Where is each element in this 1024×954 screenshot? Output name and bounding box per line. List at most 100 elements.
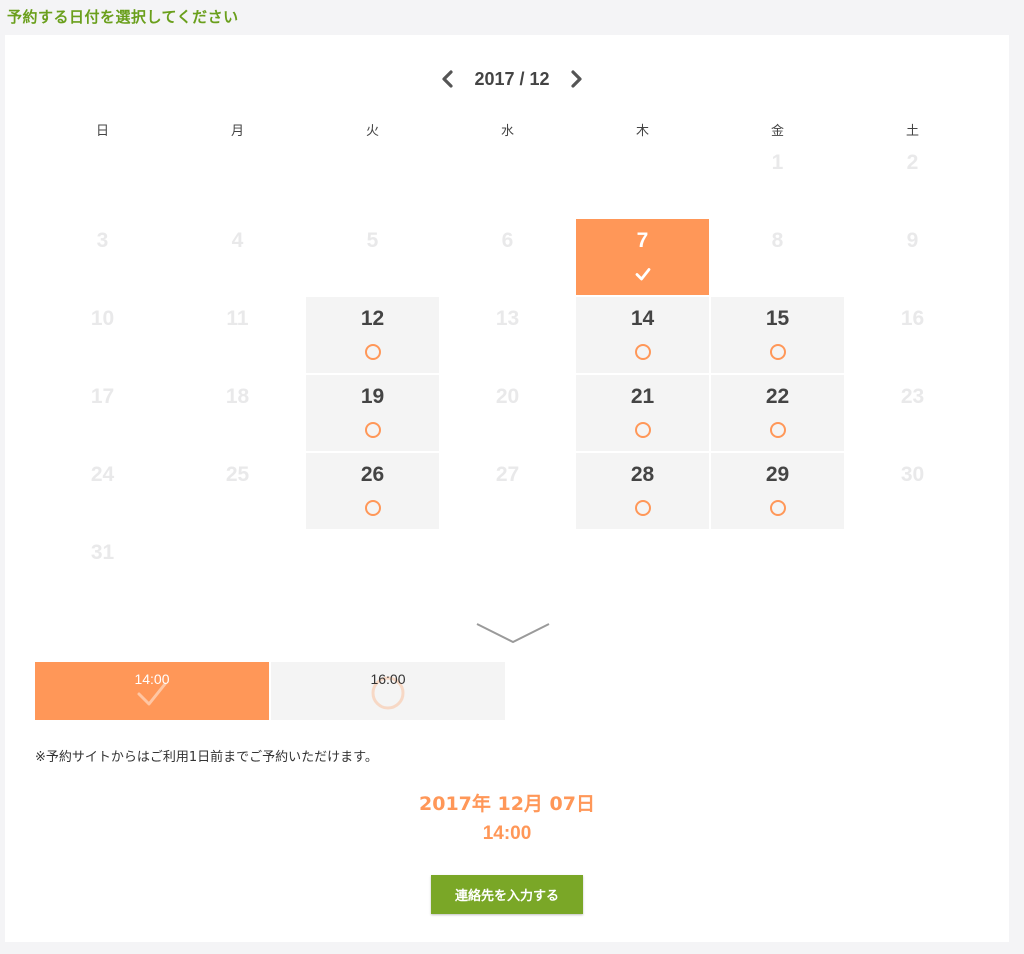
day-number: 11: [226, 307, 249, 330]
calendar-day-9: 9: [845, 219, 980, 297]
chevron-down-icon: [476, 623, 550, 644]
day-number: 29: [765, 463, 790, 486]
calendar-card: 2017 / 12 日 月 火 水 木 金 土 1 2 3 4 5 6 7 8 9 10 11 12 1…: [5, 35, 1009, 942]
available-circle-icon: [769, 422, 786, 438]
weekday-fri: 金: [770, 124, 784, 139]
calendar-day-4: 4: [170, 219, 305, 297]
calendar-day-30: 30: [845, 453, 980, 531]
calendar-cell-empty: [440, 141, 575, 219]
calendar-cell-empty: [575, 141, 710, 219]
available-circle-icon: [364, 344, 381, 360]
day-number: 13: [495, 307, 520, 330]
calendar-cell-empty: [305, 141, 440, 219]
available-circle-icon: [634, 344, 651, 360]
selected-date: 2017年 12月 07日: [419, 793, 595, 815]
day-number: 27: [495, 463, 520, 486]
weekday-sat: 土: [905, 124, 919, 139]
chevron-left-icon: [442, 70, 454, 88]
chevron-right-icon: [570, 70, 582, 88]
day-number: 6: [501, 229, 514, 252]
calendar-day-19[interactable]: 19: [306, 375, 439, 451]
calendar-cell-empty: [35, 141, 170, 219]
calendar-day-21[interactable]: 21: [576, 375, 709, 451]
day-number: 2: [906, 151, 919, 174]
day-number: 5: [366, 229, 379, 252]
calendar-day-28[interactable]: 28: [576, 453, 709, 529]
calendar-day-14[interactable]: 14: [576, 297, 709, 373]
calendar-day-18: 18: [170, 375, 305, 453]
day-number: 7: [636, 229, 649, 252]
check-icon: [635, 266, 651, 282]
calendar-day-26[interactable]: 26: [306, 453, 439, 529]
day-number: 16: [900, 307, 925, 330]
calendar-day-11: 11: [170, 297, 305, 375]
weekday-mon: 月: [230, 124, 244, 139]
available-circle-icon: [769, 344, 786, 360]
calendar-day-27: 27: [440, 453, 575, 531]
calendar-day-20: 20: [440, 375, 575, 453]
available-circle-icon: [634, 422, 651, 438]
calendar-day-1: 1: [710, 141, 845, 219]
prev-month-button[interactable]: [432, 64, 462, 94]
calendar-day-12[interactable]: 12: [306, 297, 439, 373]
weekday-thu: 木: [635, 124, 649, 139]
month-label: 2017 / 12: [474, 68, 550, 89]
available-circle-icon: [364, 422, 381, 438]
day-number: 8: [771, 229, 784, 252]
day-number: 22: [765, 385, 790, 408]
day-number: 4: [231, 229, 244, 252]
day-number: 17: [90, 385, 115, 408]
calendar-cell-empty: [170, 141, 305, 219]
calendar-day-8: 8: [710, 219, 845, 297]
next-month-button[interactable]: [562, 64, 592, 94]
time-slot-1600[interactable]: 16:00: [271, 662, 505, 720]
day-number: 25: [225, 463, 250, 486]
weekday-wed: 水: [500, 124, 514, 139]
day-number: 23: [900, 385, 925, 408]
calendar-day-22[interactable]: 22: [711, 375, 844, 451]
month-navigation: 2017 / 12: [5, 63, 1019, 95]
enter-contact-button[interactable]: 連絡先を入力する: [431, 875, 583, 914]
day-number: 26: [360, 463, 385, 486]
day-number: 31: [90, 541, 115, 564]
weekday-tue: 火: [365, 124, 379, 139]
calendar-day-29[interactable]: 29: [711, 453, 844, 529]
time-slot-label: 14:00: [134, 671, 170, 687]
weekday-header: 日 月 火 水 木 金 土: [35, 120, 980, 140]
page-title: 予約する日付を選択してください: [7, 8, 239, 26]
weekday-sun: 日: [95, 124, 109, 139]
time-slot-1400[interactable]: 14:00: [35, 662, 269, 720]
available-circle-icon: [634, 500, 651, 516]
calendar-day-5: 5: [305, 219, 440, 297]
calendar-day-13: 13: [440, 297, 575, 375]
calendar-day-10: 10: [35, 297, 170, 375]
day-number: 20: [495, 385, 520, 408]
day-number: 1: [771, 151, 784, 174]
available-circle-icon: [769, 500, 786, 516]
day-number: 14: [630, 307, 655, 330]
day-number: 24: [90, 463, 115, 486]
calendar-day-17: 17: [35, 375, 170, 453]
day-number: 28: [630, 463, 655, 486]
day-number: 12: [360, 307, 385, 330]
calendar-day-7[interactable]: 7: [576, 219, 709, 295]
day-number: 10: [90, 307, 115, 330]
day-number: 18: [225, 385, 250, 408]
calendar-day-16: 16: [845, 297, 980, 375]
calendar-day-3: 3: [35, 219, 170, 297]
calendar-day-31: 31: [35, 531, 170, 609]
day-number: 15: [765, 307, 790, 330]
calendar-day-15[interactable]: 15: [711, 297, 844, 373]
day-number: 3: [96, 229, 109, 252]
calendar-day-23: 23: [845, 375, 980, 453]
time-slot-label: 16:00: [370, 671, 406, 687]
calendar-day-25: 25: [170, 453, 305, 531]
day-number: 9: [906, 229, 919, 252]
time-slot-list: 14:00 16:00: [35, 662, 507, 720]
calendar-day-6: 6: [440, 219, 575, 297]
calendar-day-24: 24: [35, 453, 170, 531]
day-number: 19: [360, 385, 385, 408]
selected-time: 14:00: [482, 823, 532, 844]
calendar-day-2: 2: [845, 141, 980, 219]
day-number: 21: [630, 385, 655, 408]
